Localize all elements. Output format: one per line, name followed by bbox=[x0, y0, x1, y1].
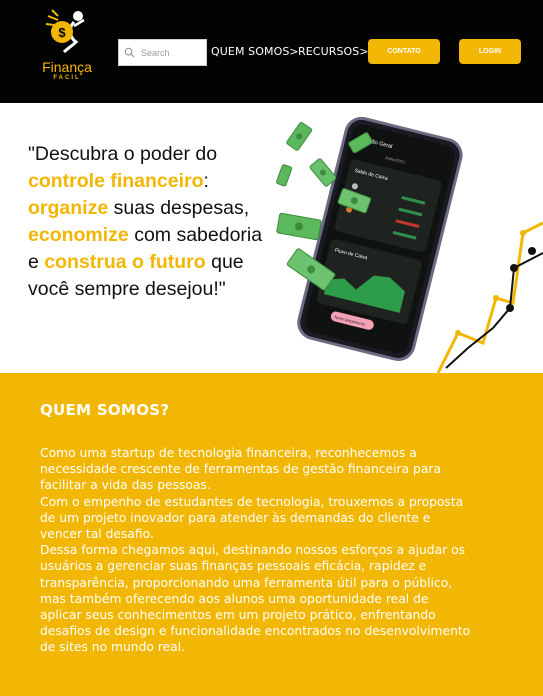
trend-line bbox=[436, 221, 543, 373]
hero-headline: "Descubra o poder do controle financeiro… bbox=[28, 141, 293, 303]
hero-text-part: suas despesas, bbox=[108, 197, 250, 219]
trend-point bbox=[455, 330, 461, 336]
about-body: Como uma startup de tecnologia financeir… bbox=[40, 445, 472, 656]
trend-line-dark bbox=[445, 252, 543, 369]
about-section: QUEM SOMOS? Como uma startup de tecnolog… bbox=[0, 373, 543, 696]
trend-point bbox=[510, 264, 518, 272]
hero-text-part: e bbox=[28, 251, 45, 273]
about-title: QUEM SOMOS? bbox=[40, 401, 170, 419]
hero-text-part: que bbox=[205, 251, 244, 273]
hero-highlight: controle financeiro bbox=[28, 170, 204, 192]
site-header: $ Finança FACIL QUEM SOMOS> RECURSOS> CO… bbox=[0, 0, 543, 103]
hero-text-part: você sempre desejou!" bbox=[28, 278, 226, 300]
nav-recursos[interactable]: RECURSOS> bbox=[298, 45, 369, 58]
login-button[interactable]: LOGIN bbox=[459, 39, 521, 64]
hero-text-part: "Descubra o poder do bbox=[28, 143, 218, 165]
contato-button[interactable]: CONTATO bbox=[368, 39, 440, 64]
logo-name: Finança bbox=[42, 59, 92, 75]
svg-text:$: $ bbox=[58, 25, 66, 40]
about-paragraph: Dessa forma chegamos aqui, destinando no… bbox=[40, 543, 471, 655]
search-icon bbox=[124, 47, 135, 58]
logo-tagline: FACIL bbox=[53, 75, 81, 81]
trend-point bbox=[493, 295, 499, 301]
about-paragraph: Com o empenho de estudantes de tecnologi… bbox=[40, 494, 464, 542]
hero-highlight: organize bbox=[28, 197, 109, 219]
trend-point bbox=[528, 247, 536, 255]
phone-mockup: Visão Geral Junho/2021 Saldo de Caixa Fl… bbox=[297, 116, 463, 361]
hero-illustration: Visão Geral Junho/2021 Saldo de Caixa Fl… bbox=[276, 116, 543, 373]
nav-quem-somos[interactable]: QUEM SOMOS> bbox=[211, 45, 299, 58]
trend-point bbox=[520, 230, 526, 236]
hero-highlight: construa o futuro bbox=[44, 251, 206, 273]
search-input[interactable] bbox=[141, 44, 203, 62]
search-box[interactable] bbox=[118, 39, 207, 66]
hero-highlight: economize bbox=[28, 224, 129, 246]
hero-text-part: : bbox=[203, 170, 209, 192]
hero-section: "Descubra o poder do controle financeiro… bbox=[0, 103, 543, 373]
money-figure-icon: $ bbox=[45, 9, 85, 54]
logo[interactable]: $ Finança FACIL bbox=[38, 8, 96, 88]
about-paragraph: Como uma startup de tecnologia financeir… bbox=[40, 446, 441, 493]
hero-text-part: com sabedoria bbox=[128, 224, 263, 246]
trend-point bbox=[506, 304, 514, 312]
